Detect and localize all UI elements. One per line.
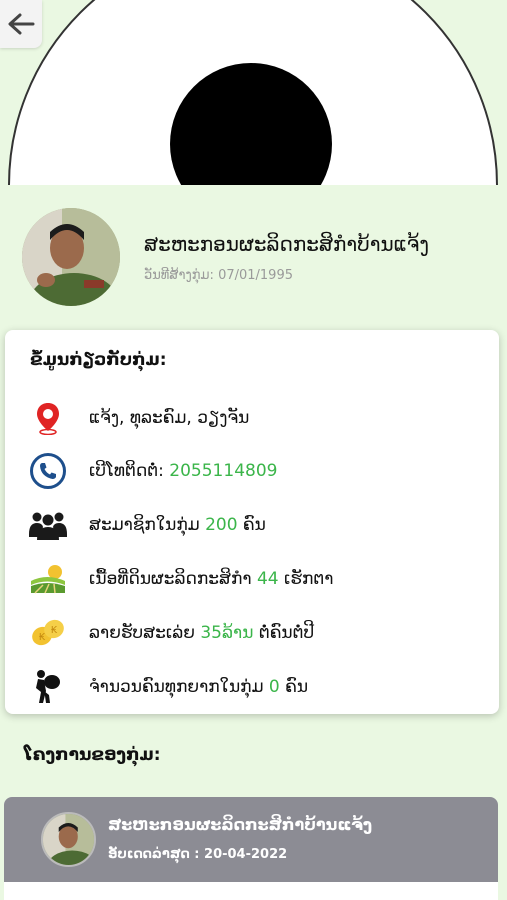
phone-label: ເບີໂທຕິດຕໍ່:	[89, 461, 164, 481]
group-name: ສະຫະກອນຜະລິດກະສິກຳບ້ານແຈ້ງ	[144, 232, 430, 256]
members-value: 200	[205, 515, 238, 535]
income-label: ລາຍຮັບສະເລ່ຍ	[89, 623, 195, 643]
project-updated: ອັບເດດລ່າສຸດ : 20-04-2022	[108, 847, 288, 862]
project-card[interactable]: ສະຫະກອນຜະລິດກະສິກຳບ້ານແຈ້ງ ອັບເດດລ່າສຸດ …	[4, 797, 498, 900]
projects-title: ໂຄງການຂອງກຸ່ມ:	[24, 745, 161, 765]
land-value: 44	[256, 569, 279, 589]
arrow-left-icon	[8, 13, 35, 35]
income-value: 35ລ້ານ	[200, 623, 254, 643]
members-row: ສະມາຊິກໃນກຸ່ມ 200 ຄົນ	[27, 505, 487, 545]
group-profile: ສະຫະກອນຜະລິດກະສິກຳບ້ານແຈ້ງ ວັນທີສ້າງກຸ່ມ…	[22, 208, 492, 308]
project-card-header: ສະຫະກອນຜະລິດກະສິກຳບ້ານແຈ້ງ ອັບເດດລ່າສຸດ …	[4, 797, 498, 882]
poor-label: ຈຳນວນຄົນທຸກຍາກໃນກຸ່ມ	[89, 677, 264, 697]
avatar	[41, 812, 96, 867]
svg-text:₭: ₭	[39, 632, 46, 643]
poor-row: ຈຳນວນຄົນທຸກຍາກໃນກຸ່ມ 0 ຄົນ	[27, 667, 487, 707]
group-info-card: ຂໍ້ມູນກ່ຽວກັບກຸ່ມ: ແຈ້ງ, ທຸລະຄົມ, ວຽງຈັນ…	[5, 330, 499, 714]
cover-image	[0, 0, 507, 185]
farm-field-icon	[27, 559, 69, 599]
svg-text:₭: ₭	[51, 625, 58, 636]
members-unit: ຄົນ	[242, 515, 266, 535]
location-pin-icon	[27, 398, 69, 438]
income-text: ລາຍຮັບສະເລ່ຍ 35ລ້ານ ຕໍ່ຄົນຕໍ່ປີ	[89, 623, 314, 643]
founded-date: ວັນທີສ້າງກຸ່ມ: 07/01/1995	[144, 268, 293, 283]
project-name: ສະຫະກອນຜະລິດກະສິກຳບ້ານແຈ້ງ	[108, 815, 373, 834]
members-text: ສະມາຊິກໃນກຸ່ມ 200 ຄົນ	[89, 515, 266, 535]
people-group-icon	[27, 505, 69, 545]
income-row: ₭ ₭ ລາຍຮັບສະເລ່ຍ 35ລ້ານ ຕໍ່ຄົນຕໍ່ປີ	[27, 613, 487, 653]
location-text: ແຈ້ງ, ທຸລະຄົມ, ວຽງຈັນ	[89, 408, 250, 428]
poor-unit: ຄົນ	[285, 677, 309, 697]
poor-value: 0	[268, 677, 280, 697]
phone-text: ເບີໂທຕິດຕໍ່: 2055114809	[89, 461, 277, 481]
back-button[interactable]	[0, 0, 42, 48]
land-text: ເນື້ອທີ່ດິນຜະລິດກະສິກຳ 44 ເຮັກຕາ	[89, 569, 333, 589]
info-title: ຂໍ້ມູນກ່ຽວກັບກຸ່ມ:	[30, 350, 167, 370]
location-row: ແຈ້ງ, ທຸລະຄົມ, ວຽງຈັນ	[27, 398, 487, 438]
phone-value[interactable]: 2055114809	[169, 461, 277, 481]
coins-icon: ₭ ₭	[27, 613, 69, 653]
phone-icon	[27, 451, 69, 491]
land-unit: ເຮັກຕາ	[284, 569, 334, 589]
members-label: ສະມາຊິກໃນກຸ່ມ	[89, 515, 200, 535]
poor-text: ຈຳນວນຄົນທຸກຍາກໃນກຸ່ມ 0 ຄົນ	[89, 677, 308, 697]
person-burden-icon	[27, 667, 69, 707]
income-unit: ຕໍ່ຄົນຕໍ່ປີ	[258, 623, 315, 643]
avatar[interactable]	[22, 208, 120, 306]
phone-row[interactable]: ເບີໂທຕິດຕໍ່: 2055114809	[27, 451, 487, 491]
land-label: ເນື້ອທີ່ດິນຜະລິດກະສິກຳ	[89, 569, 252, 589]
land-row: ເນື້ອທີ່ດິນຜະລິດກະສິກຳ 44 ເຮັກຕາ	[27, 559, 487, 599]
